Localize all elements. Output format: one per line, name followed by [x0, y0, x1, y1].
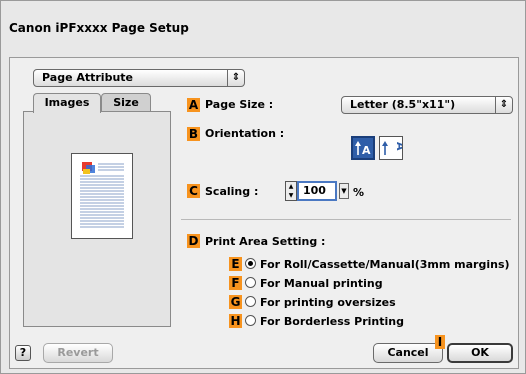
updown-arrows-icon: ⇕: [495, 97, 512, 113]
landscape-orientation-icon: A: [382, 141, 407, 155]
section-divider: [181, 219, 511, 220]
orientation-label: Orientation :: [205, 127, 285, 140]
marker-c: C: [187, 184, 200, 198]
window-title: Canon iPFxxxx Page Setup: [9, 21, 189, 35]
updown-arrows-icon: ⇕: [227, 70, 244, 86]
radio-label: For Manual printing: [260, 277, 383, 290]
radio-button-icon: [245, 296, 256, 307]
marker-a: A: [187, 98, 200, 112]
panel-popup[interactable]: Page Attribute ⇕: [33, 69, 245, 87]
marker-d: D: [187, 234, 200, 248]
radio-button-icon: [245, 315, 256, 326]
marker-b: B: [187, 127, 200, 141]
radio-button-icon: [245, 258, 256, 269]
scaling-unit: %: [353, 186, 365, 199]
tab-size-label: Size: [113, 96, 139, 109]
tab-size[interactable]: Size: [101, 93, 151, 112]
radio-borderless-printing[interactable]: For Borderless Printing: [245, 315, 404, 328]
help-button[interactable]: ?: [15, 345, 31, 361]
svg-text:A: A: [362, 144, 371, 157]
page-size-label: Page Size :: [205, 98, 274, 111]
radio-label: For Roll/Cassette/Manual(3mm margins): [260, 258, 510, 271]
portrait-orientation-icon: A: [355, 141, 371, 157]
revert-button[interactable]: Revert: [43, 343, 113, 363]
marker-e: E: [229, 257, 242, 271]
tab-images-label: Images: [44, 96, 90, 109]
ok-button[interactable]: OK: [447, 343, 513, 363]
radio-label: For Borderless Printing: [260, 315, 404, 328]
portrait-orientation-button[interactable]: A: [351, 136, 375, 160]
scaling-stepper[interactable]: ▲ ▼: [285, 181, 297, 201]
landscape-orientation-button[interactable]: A: [379, 136, 407, 160]
radio-roll-cassette-manual[interactable]: For Roll/Cassette/Manual(3mm margins): [245, 258, 510, 271]
scaling-menu-button[interactable]: ▼: [339, 183, 349, 199]
scaling-input[interactable]: 100: [297, 181, 337, 201]
preview-document-image: [80, 162, 124, 228]
marker-i: I: [435, 335, 445, 349]
radio-manual-printing[interactable]: For Manual printing: [245, 277, 383, 290]
radio-label: For printing oversizes: [260, 296, 396, 309]
svg-text:A: A: [394, 142, 402, 151]
radio-printing-oversizes[interactable]: For printing oversizes: [245, 296, 396, 309]
scaling-label: Scaling :: [205, 185, 259, 198]
radio-button-icon: [245, 277, 256, 288]
marker-h: H: [229, 314, 242, 328]
tab-images[interactable]: Images: [33, 93, 101, 113]
page-size-value: Letter (8.5"x11"): [350, 98, 456, 111]
page-setup-window: Canon iPFxxxx Page Setup Page Attribute …: [0, 0, 526, 374]
panel-popup-value: Page Attribute: [42, 71, 134, 84]
page-size-popup[interactable]: Letter (8.5"x11") ⇕: [341, 96, 513, 114]
marker-g: G: [229, 295, 242, 309]
print-area-label: Print Area Setting :: [205, 235, 326, 248]
page-preview: [71, 153, 133, 239]
marker-f: F: [229, 276, 242, 290]
cancel-button[interactable]: Cancel: [373, 343, 443, 363]
